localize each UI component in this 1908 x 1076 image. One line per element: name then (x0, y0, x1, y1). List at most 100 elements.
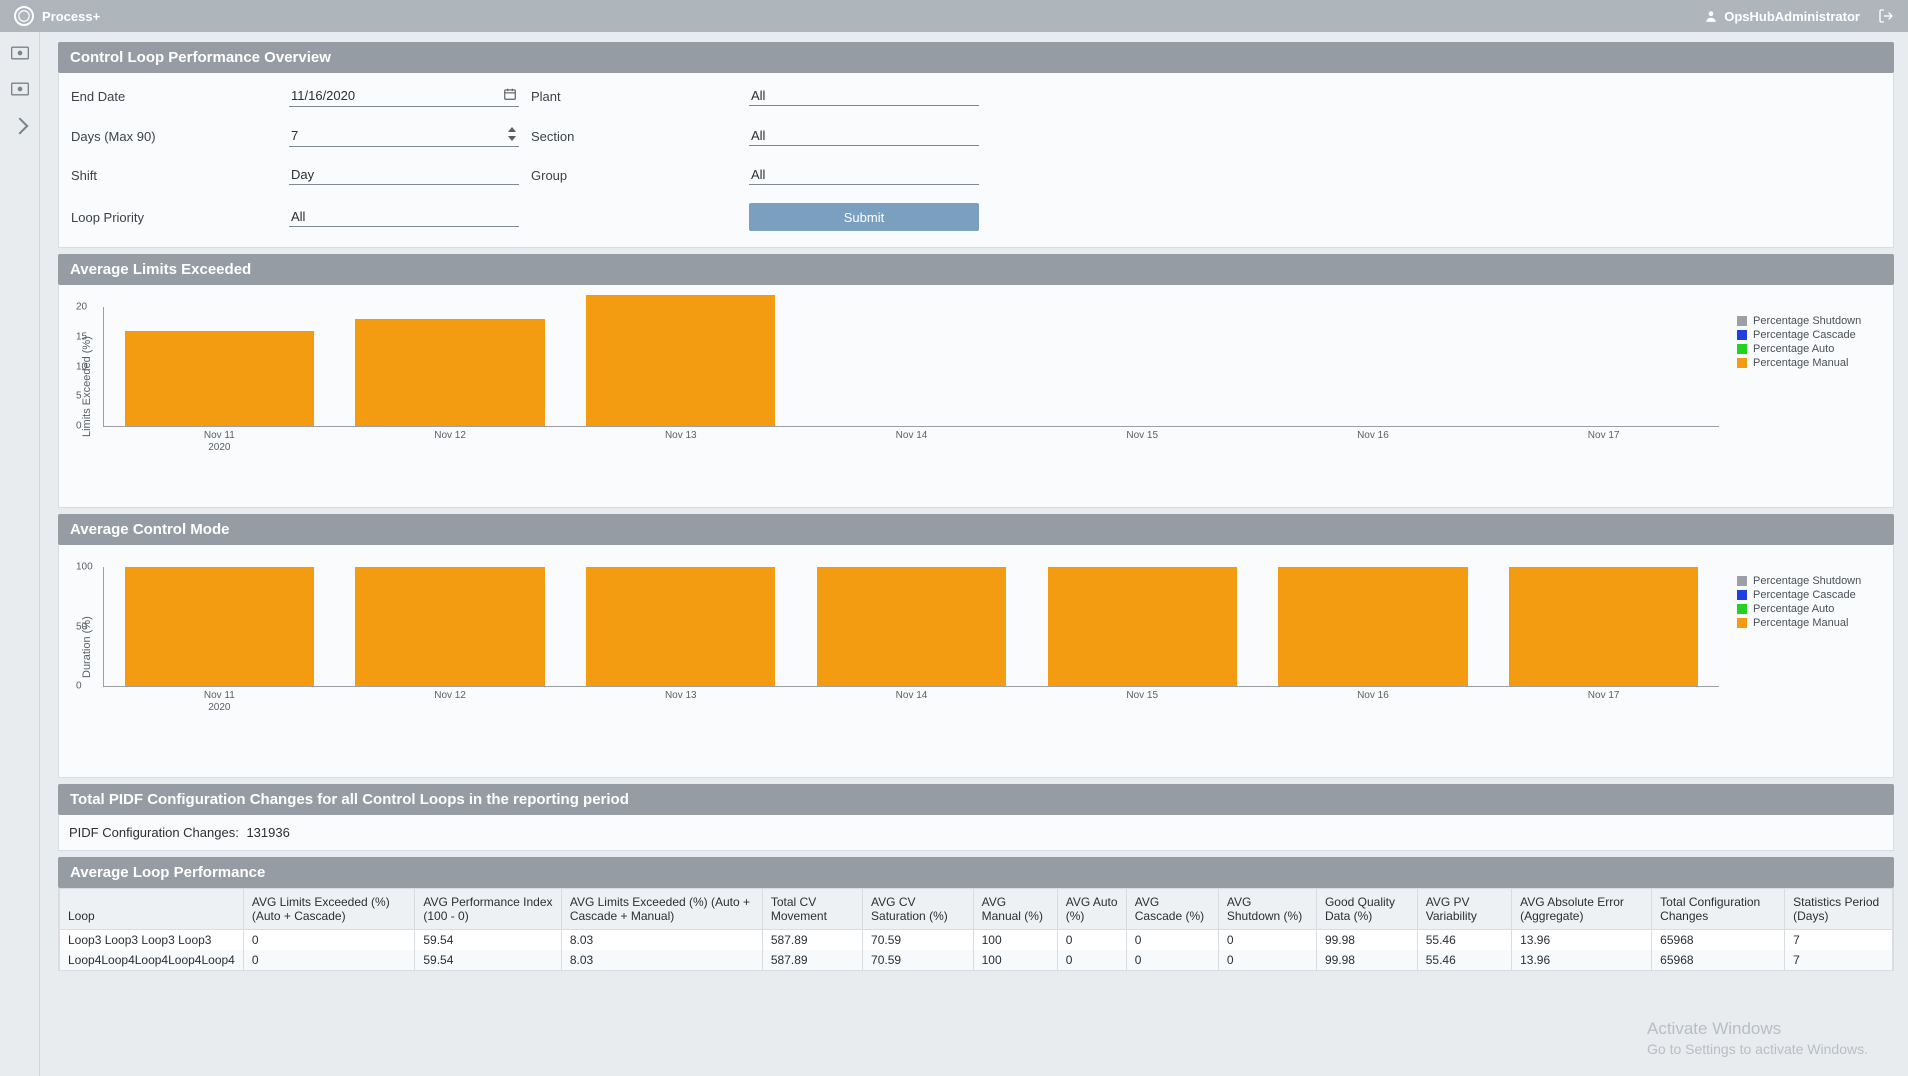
shift-field[interactable]: Day (289, 165, 519, 185)
x-tick: Nov 15 (1126, 426, 1158, 442)
x-tick: Nov 14 (896, 686, 928, 702)
overview-section: Control Loop Performance Overview End Da… (58, 42, 1894, 248)
group-field[interactable]: All (749, 165, 979, 185)
loop-perf-table: LoopAVG Limits Exceeded (%) (Auto + Casc… (59, 888, 1893, 970)
x-tick: Nov 15 (1126, 686, 1158, 702)
group-label: Group (529, 168, 749, 183)
mode-chart-canvas: 050100Nov 11 2020Nov 12Nov 13Nov 14Nov 1… (103, 567, 1719, 687)
section-field[interactable]: All (749, 126, 979, 146)
legend-item[interactable]: Percentage Shutdown (1737, 315, 1867, 327)
table-header-cell[interactable]: AVG Shutdown (%) (1218, 889, 1316, 930)
table-header-cell[interactable]: AVG PV Variability (1417, 889, 1511, 930)
legend-item[interactable]: Percentage Auto (1737, 343, 1867, 355)
end-date-field[interactable]: 11/16/2020 (289, 85, 519, 107)
chart-bar[interactable] (586, 567, 775, 686)
legend-item[interactable]: Percentage Shutdown (1737, 575, 1867, 587)
x-tick: Nov 14 (896, 426, 928, 442)
legend-item[interactable]: Percentage Cascade (1737, 329, 1867, 341)
pidf-title: Total PIDF Configuration Changes for all… (58, 784, 1894, 815)
user-name: OpsHubAdministrator (1724, 9, 1860, 24)
x-tick: Nov 17 (1588, 686, 1620, 702)
table-header-cell[interactable]: AVG Absolute Error (Aggregate) (1512, 889, 1652, 930)
table-header-cell[interactable]: AVG Limits Exceeded (%) (Auto + Cascade) (243, 889, 414, 930)
legend-swatch (1737, 316, 1747, 326)
nav-item-1-icon[interactable] (10, 44, 30, 62)
chart-bar[interactable] (1278, 567, 1467, 686)
table-row[interactable]: Loop4Loop4Loop4Loop4Loop4059.548.03587.8… (60, 950, 1893, 970)
table-header-cell[interactable]: Total CV Movement (762, 889, 862, 930)
nav-item-2-icon[interactable] (10, 80, 30, 98)
days-field[interactable]: 7 (289, 125, 519, 147)
y-tick: 5 (76, 391, 82, 402)
legend-swatch (1737, 330, 1747, 340)
legend-swatch (1737, 590, 1747, 600)
days-label: Days (Max 90) (69, 129, 289, 144)
chart-bar[interactable] (1048, 567, 1237, 686)
user-menu[interactable]: OpsHubAdministrator (1704, 9, 1860, 24)
x-tick: Nov 13 (665, 686, 697, 702)
table-header-cell[interactable]: Total Configuration Changes (1652, 889, 1785, 930)
table-header-cell[interactable]: AVG Cascade (%) (1126, 889, 1218, 930)
ge-logo-icon (14, 6, 34, 26)
legend-swatch (1737, 618, 1747, 628)
loop-priority-field[interactable]: All (289, 207, 519, 227)
loop-perf-title: Average Loop Performance (58, 857, 1894, 888)
legend-swatch (1737, 344, 1747, 354)
submit-button[interactable]: Submit (749, 203, 979, 231)
table-header-row: LoopAVG Limits Exceeded (%) (Auto + Casc… (60, 889, 1893, 930)
x-tick: Nov 16 (1357, 426, 1389, 442)
y-tick: 100 (76, 562, 93, 573)
legend-item[interactable]: Percentage Auto (1737, 603, 1867, 615)
chart-bar[interactable] (355, 567, 544, 686)
stepper-icon[interactable] (507, 127, 517, 144)
chart-bar[interactable] (817, 567, 1006, 686)
mode-chart-title: Average Control Mode (58, 514, 1894, 545)
y-tick: 0 (76, 681, 82, 692)
logout-icon[interactable] (1878, 8, 1894, 24)
plant-label: Plant (529, 89, 749, 104)
pidf-section: Total PIDF Configuration Changes for all… (58, 784, 1894, 851)
x-tick: Nov 16 (1357, 686, 1389, 702)
y-tick: 20 (76, 302, 87, 313)
legend-item[interactable]: Percentage Manual (1737, 357, 1867, 369)
chart-bar[interactable] (1509, 567, 1698, 686)
user-icon (1704, 9, 1718, 23)
table-row[interactable]: Loop3 Loop3 Loop3 Loop3059.548.03587.897… (60, 930, 1893, 951)
chart-bar[interactable] (125, 331, 314, 426)
legend-swatch (1737, 576, 1747, 586)
y-tick: 50 (76, 621, 87, 632)
limits-chart-canvas: 05101520Nov 11 2020Nov 12Nov 13Nov 14Nov… (103, 307, 1719, 427)
y-tick: 0 (76, 421, 82, 432)
chart-bar[interactable] (586, 295, 775, 426)
table-header-cell[interactable]: AVG Performance Index (100 - 0) (415, 889, 562, 930)
table-header-cell[interactable]: Statistics Period (Days) (1785, 889, 1893, 930)
pidf-summary: PIDF Configuration Changes: 131936 (58, 815, 1894, 851)
table-header-cell[interactable]: Loop (60, 889, 244, 930)
table-header-cell[interactable]: AVG Limits Exceeded (%) (Auto + Cascade … (561, 889, 762, 930)
x-tick: Nov 12 (434, 686, 466, 702)
table-header-cell[interactable]: AVG CV Saturation (%) (863, 889, 974, 930)
calendar-icon[interactable] (503, 87, 517, 104)
end-date-label: End Date (69, 89, 289, 104)
limits-legend: Percentage Shutdown Percentage Cascade Per… (1737, 307, 1867, 467)
chart-bar[interactable] (125, 567, 314, 686)
table-header-cell[interactable]: AVG Manual (%) (973, 889, 1057, 930)
table-header-cell[interactable]: Good Quality Data (%) (1316, 889, 1417, 930)
nav-expand-icon[interactable] (11, 118, 28, 135)
shift-label: Shift (69, 168, 289, 183)
limits-chart-title: Average Limits Exceeded (58, 254, 1894, 285)
mode-chart-section: Average Control Mode Duration (%) 050100… (58, 514, 1894, 778)
plant-field[interactable]: All (749, 86, 979, 106)
table-header-cell[interactable]: AVG Auto (%) (1057, 889, 1126, 930)
y-tick: 10 (76, 361, 87, 372)
loop-priority-label: Loop Priority (69, 210, 289, 225)
y-tick: 15 (76, 331, 87, 342)
legend-item[interactable]: Percentage Cascade (1737, 589, 1867, 601)
legend-swatch (1737, 358, 1747, 368)
legend-swatch (1737, 604, 1747, 614)
app-title: Process+ (42, 9, 100, 24)
chart-bar[interactable] (355, 319, 544, 426)
legend-item[interactable]: Percentage Manual (1737, 617, 1867, 629)
x-tick: Nov 12 (434, 426, 466, 442)
x-tick: Nov 11 2020 (204, 426, 235, 454)
